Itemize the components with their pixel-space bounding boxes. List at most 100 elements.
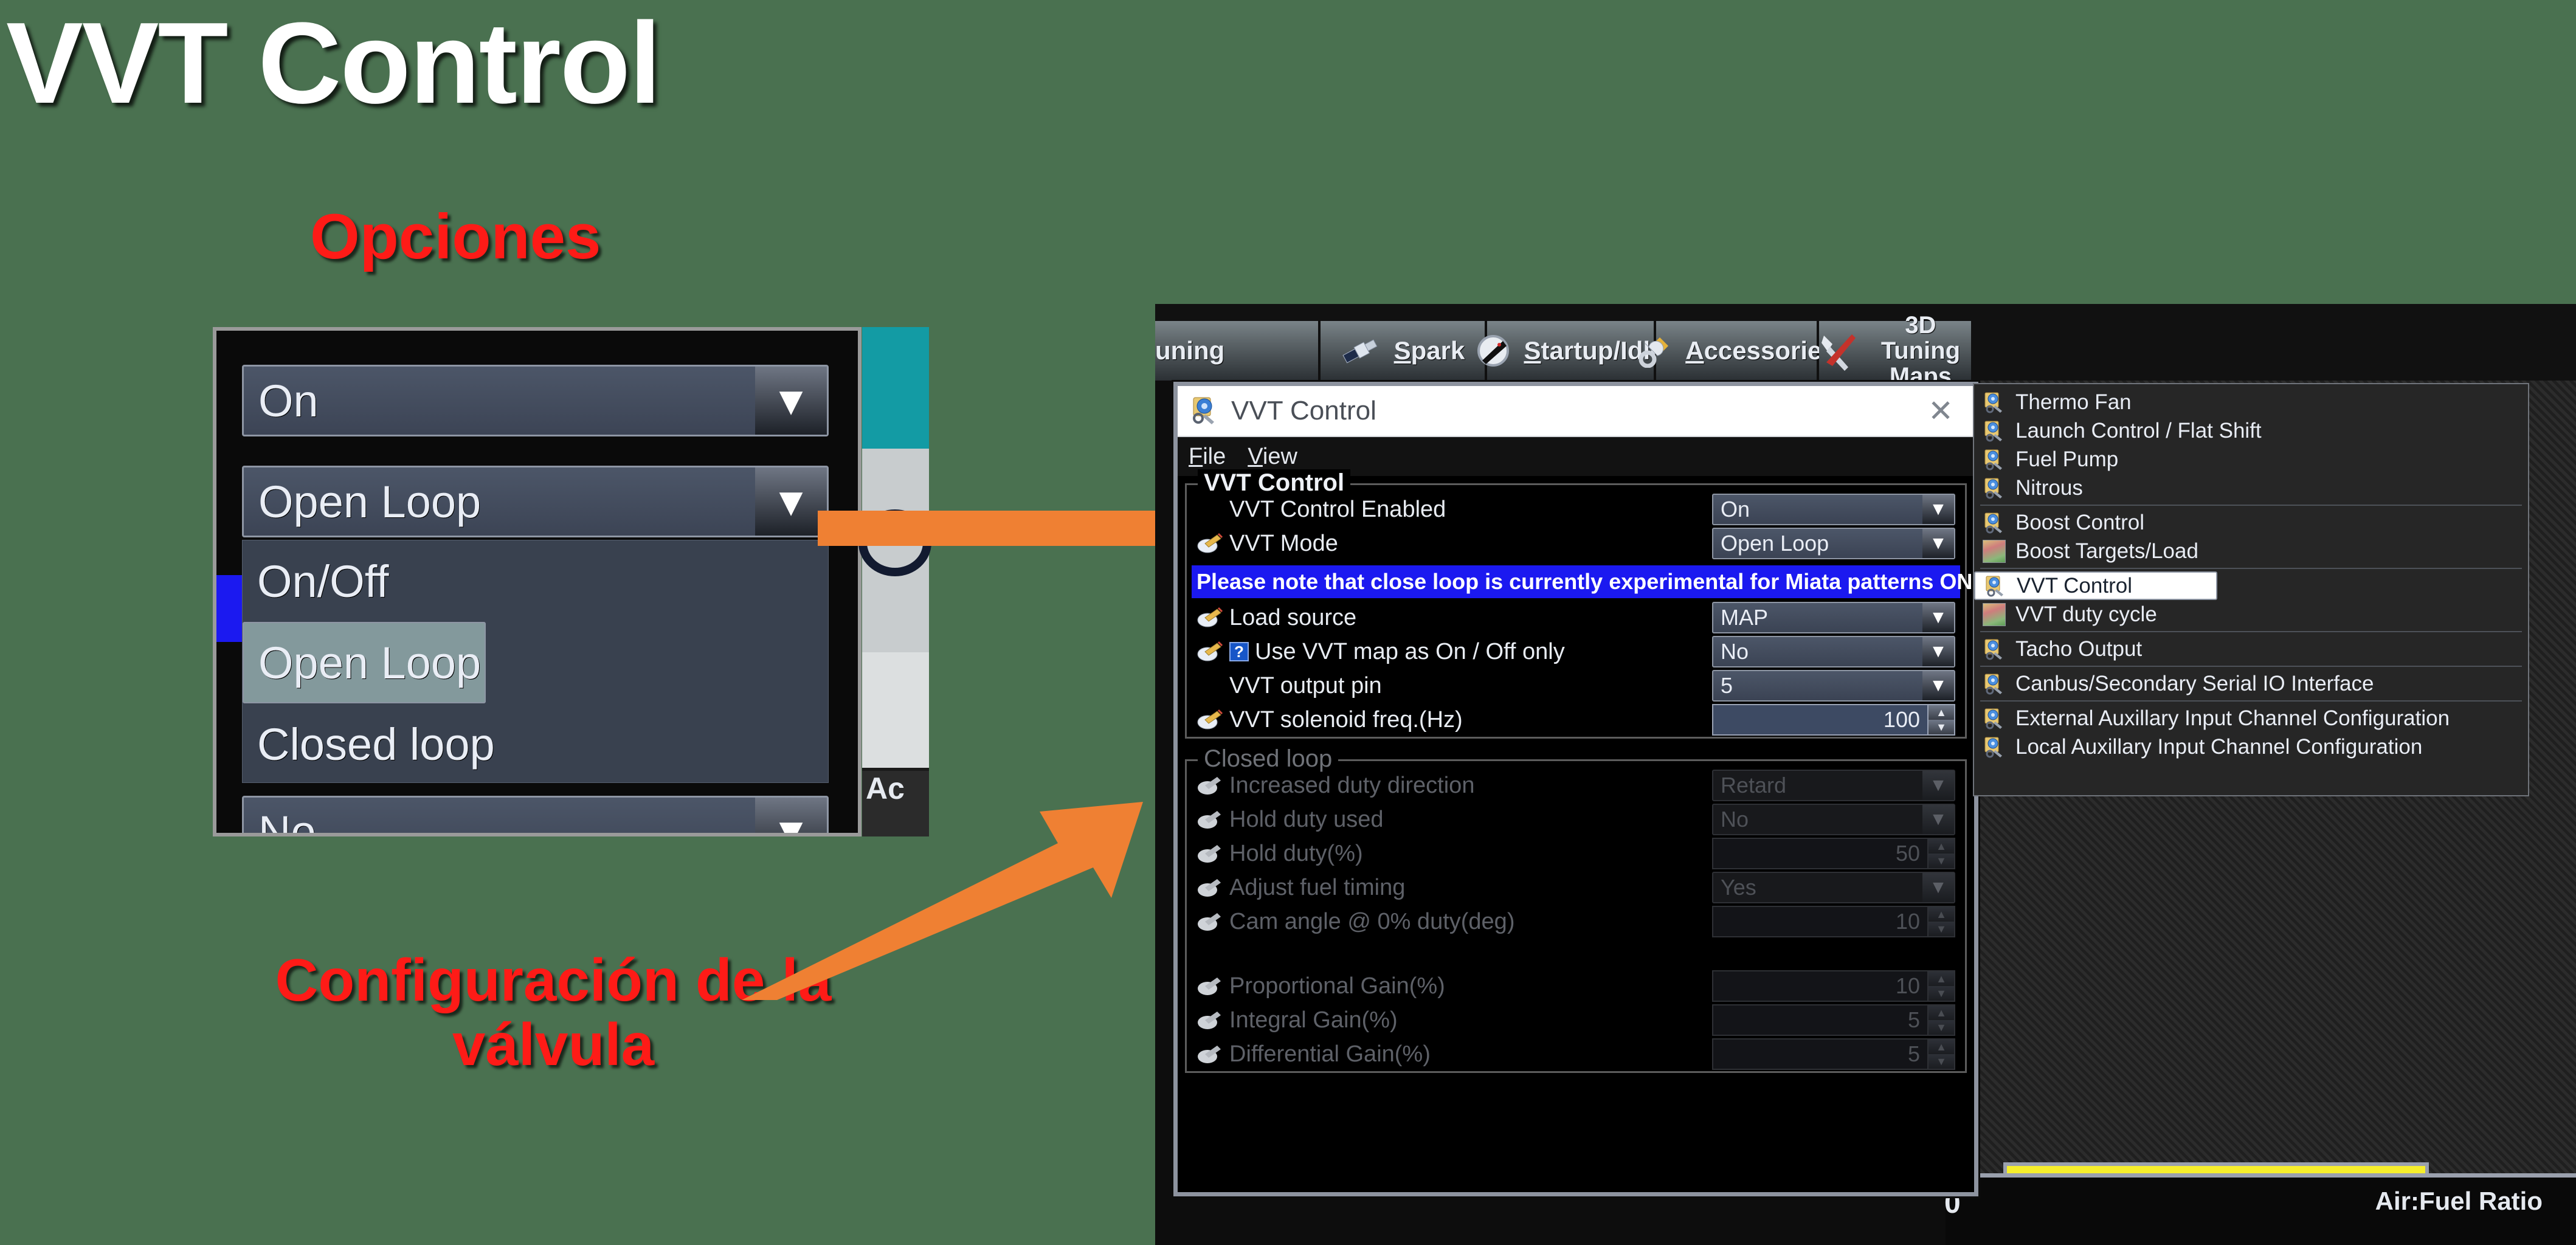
chevron-down-icon: ▼ — [1922, 873, 1954, 902]
menu-separator — [1980, 666, 2522, 667]
select-increased-duty-direction: Retard ▼ — [1712, 770, 1955, 801]
callout-valve-line2: válvula — [452, 1010, 655, 1078]
gear-config-icon — [1983, 448, 2006, 471]
menu-item-thermo-fan[interactable]: Thermo Fan — [1974, 388, 2528, 416]
menu-item-boost-control[interactable]: Boost Control — [1974, 508, 2528, 537]
main-tab-bar[interactable]: uning Spark Startup/Idle Accessories 3D … — [1155, 312, 2576, 389]
option-on-off[interactable]: On/Off — [243, 540, 828, 622]
row-vvt-solenoid-freq[interactable]: VVT solenoid freq.(Hz) 100 ▲ ▼ — [1187, 703, 1965, 737]
help-icon[interactable]: ? — [1229, 642, 1249, 661]
row-adjust-fuel-timing: Adjust fuel timing Yes ▼ — [1187, 871, 1965, 905]
spinner-up-icon: ▲ — [1929, 1040, 1954, 1054]
menu-item-local-aux-input-label: Local Auxillary Input Channel Configurat… — [2015, 734, 2423, 759]
spinner-down-icon: ▼ — [1929, 986, 1954, 1001]
gear-config-icon — [1983, 391, 2006, 414]
chevron-down-icon[interactable]: ▼ — [755, 367, 827, 435]
vvt-mode-option-list[interactable]: On/Off Open Loop Closed loop — [242, 540, 829, 783]
row-load-source[interactable]: Load source MAP ▼ — [1187, 601, 1965, 635]
menu-item-tacho-output-label: Tacho Output — [2015, 636, 2143, 661]
chevron-down-icon[interactable]: ▼ — [1922, 637, 1954, 666]
value-vvt-mode: Open Loop — [1721, 531, 1829, 556]
select-vvt-output-pin[interactable]: 5 ▼ — [1712, 670, 1955, 702]
spinner-vvt-solenoid-freq[interactable]: 100 ▲ ▼ — [1712, 704, 1955, 736]
slide-subtitle: Opciones — [310, 201, 601, 272]
option-closed-loop[interactable]: Closed loop — [243, 703, 828, 785]
menu-item-boost-targets-load-label: Boost Targets/Load — [2015, 539, 2198, 563]
select-vvt-control-enabled[interactable]: On ▼ — [1712, 494, 1955, 525]
chevron-down-icon[interactable]: ▼ — [1922, 671, 1954, 700]
arrow-to-vvt-enabled-shaft — [818, 511, 1213, 546]
vvt-enabled-combo-zoom[interactable]: On ▼ — [242, 365, 829, 436]
tab-accessories[interactable]: Accessories — [1638, 321, 1836, 381]
spinner-buttons: ▲ ▼ — [1929, 1038, 1955, 1070]
menu-item-vvt-control[interactable]: VVT Control — [1974, 571, 2217, 600]
row-use-vvt-map-onoff[interactable]: ? Use VVT map as On / Off only No ▼ — [1187, 635, 1965, 669]
menu-item-vvt-duty-cycle[interactable]: VVT duty cycle — [1974, 600, 2528, 629]
menu-separator — [1980, 700, 2522, 702]
menu-view[interactable]: View — [1248, 444, 1297, 470]
pencil-icon-disabled — [1196, 1043, 1223, 1065]
tab-startup-idle[interactable]: Startup/Idle — [1477, 321, 1665, 381]
row-hold-duty-used: Hold duty used No ▼ — [1187, 802, 1965, 836]
chevron-down-icon[interactable]: ▼ — [1922, 603, 1954, 632]
chevron-down-icon[interactable]: ▼ — [1922, 529, 1954, 558]
pencil-icon-disabled — [1196, 911, 1223, 933]
menu-item-fuel-pump[interactable]: Fuel Pump — [1974, 445, 2528, 474]
row-vvt-output-pin[interactable]: VVT output pin 5 ▼ — [1187, 669, 1965, 703]
tools-icon — [1819, 331, 1857, 371]
close-icon[interactable]: ✕ — [1928, 396, 1963, 426]
menu-item-nitrous[interactable]: Nitrous — [1974, 474, 2528, 502]
pencil-icon-disabled — [1196, 1009, 1223, 1031]
spinner-up-icon[interactable]: ▲ — [1929, 705, 1954, 720]
value-hold-duty-used: No — [1721, 807, 1749, 832]
menu-separator — [1980, 631, 2522, 632]
label-cam-angle-0duty: Cam angle @ 0% duty(deg) — [1229, 908, 1515, 934]
option-open-loop[interactable]: Open Loop — [243, 622, 486, 703]
menu-item-vvt-duty-cycle-label: VVT duty cycle — [2015, 602, 2157, 626]
gear-config-icon — [1983, 638, 2006, 661]
chevron-down-icon: ▼ — [1922, 771, 1954, 800]
row-vvt-control-enabled[interactable]: VVT Control Enabled On ▼ — [1187, 492, 1965, 526]
spinner-up-icon: ▲ — [1929, 907, 1954, 922]
menu-item-boost-targets-load[interactable]: Boost Targets/Load — [1974, 537, 2528, 565]
vvt-mode-combo-zoom[interactable]: Open Loop ▼ — [242, 466, 829, 537]
tab-tuning[interactable]: uning — [1155, 321, 1321, 381]
spark-plug-icon — [1341, 337, 1381, 365]
menu-item-nitrous-label: Nitrous — [2015, 475, 2083, 500]
row-differential-gain: Differential Gain(%) 5 ▲ ▼ — [1187, 1037, 1965, 1071]
menu-item-external-aux-input[interactable]: External Auxillary Input Channel Configu… — [1974, 704, 2528, 733]
row-icon-placeholder — [1196, 675, 1223, 697]
gear-config-icon — [1983, 477, 2006, 500]
spinner-buttons[interactable]: ▲ ▼ — [1929, 704, 1955, 736]
spinner-down-icon: ▼ — [1929, 1020, 1954, 1035]
spinner-down-icon[interactable]: ▼ — [1929, 720, 1954, 734]
label-adjust-fuel-timing: Adjust fuel timing — [1229, 874, 1406, 900]
chevron-down-icon[interactable]: ▼ — [1922, 495, 1954, 524]
tab-3d-tuning-maps[interactable]: 3D Tuning Maps — [1819, 312, 1971, 389]
menu-item-tacho-output[interactable]: Tacho Output — [1974, 635, 2528, 663]
select-load-source[interactable]: MAP ▼ — [1712, 602, 1955, 633]
menu-item-local-aux-input[interactable]: Local Auxillary Input Channel Configurat… — [1974, 733, 2528, 761]
arrow-to-vvt-output-pin — [742, 802, 1143, 1000]
menu-file[interactable]: File — [1189, 444, 1226, 470]
blue-highlight-tag — [216, 575, 246, 642]
vvt-dialog-title: VVT Control — [1231, 396, 1376, 426]
label-proportional-gain: Proportional Gain(%) — [1229, 973, 1445, 999]
menu-item-launch-control[interactable]: Launch Control / Flat Shift — [1974, 416, 2528, 445]
select-vvt-mode[interactable]: Open Loop ▼ — [1712, 528, 1955, 559]
menu-item-canbus-serial-io[interactable]: Canbus/Secondary Serial IO Interface — [1974, 669, 2528, 698]
tab-spark[interactable]: Spark — [1321, 321, 1487, 381]
value-vvt-control-enabled: On — [1721, 497, 1750, 522]
row-vvt-mode[interactable]: VVT Mode Open Loop ▼ — [1187, 526, 1965, 560]
vvt-map-onoff-combo-zoom[interactable]: No ▼ — [242, 796, 829, 833]
tab-accessories-label: Accessories — [1685, 336, 1836, 365]
select-use-vvt-map-onoff[interactable]: No ▼ — [1712, 636, 1955, 667]
vvt-dialog-titlebar[interactable]: VVT Control ✕ — [1178, 386, 1974, 437]
value-vvt-solenoid-freq[interactable]: 100 — [1712, 704, 1929, 736]
row-icon-placeholder — [1196, 498, 1223, 520]
tab-3d-line1: 3D Tuning — [1880, 312, 1961, 364]
chevron-down-icon[interactable]: ▼ — [755, 467, 827, 536]
label-integral-gain: Integral Gain(%) — [1229, 1007, 1398, 1033]
accessories-dropdown-menu[interactable]: Thermo Fan Launch Control / Flat Shift F… — [1973, 383, 2529, 796]
value-adjust-fuel-timing: Yes — [1721, 875, 1756, 900]
